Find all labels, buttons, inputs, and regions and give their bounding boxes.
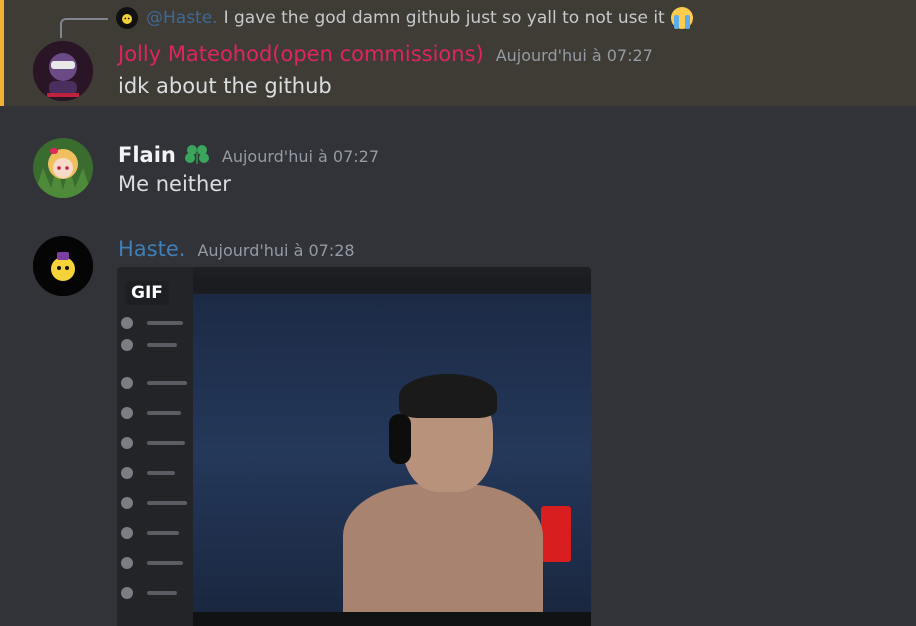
loudly-crying-face-icon [670,7,693,29]
message-header: Haste. Aujourd'hui à 07:28 [118,237,355,261]
message-header: Flain Aujourd'hui à 07:27 [118,140,379,167]
avatar-flain[interactable] [33,138,93,198]
reply-connector [60,18,108,38]
person-body [343,484,543,614]
avatar-haste[interactable] [33,236,93,296]
clover-icon[interactable] [184,143,210,165]
message-header: Jolly Mateohod(open commissions) Aujourd… [118,42,653,66]
headphone-icon [389,414,411,464]
avatar-jolly[interactable] [33,41,93,101]
gif-badge: GIF [125,281,169,305]
reply-username[interactable]: @Haste. [146,8,218,28]
gif-taskbar [193,612,591,626]
message-content: idk about the github [118,74,332,98]
red-light [541,506,571,562]
person-hair [399,374,497,418]
username[interactable]: Flain [118,143,176,167]
gif-attachment[interactable]: GIF [117,267,591,626]
username[interactable]: Haste. [118,237,185,261]
gif-topbar [193,277,591,293]
reply-avatar[interactable] [116,7,138,29]
username[interactable]: Jolly Mateohod(open commissions) [118,42,484,66]
gif-video-frame [193,294,591,626]
reply-preview[interactable]: @Haste. I gave the god damn github just … [116,6,693,30]
message-content: Me neither [118,172,231,196]
timestamp[interactable]: Aujourd'hui à 07:28 [197,241,354,260]
timestamp[interactable]: Aujourd'hui à 07:27 [222,147,379,166]
gif-sidebar [117,267,193,626]
reply-text[interactable]: I gave the god damn github just so yall … [224,8,665,28]
timestamp[interactable]: Aujourd'hui à 07:27 [496,46,653,65]
